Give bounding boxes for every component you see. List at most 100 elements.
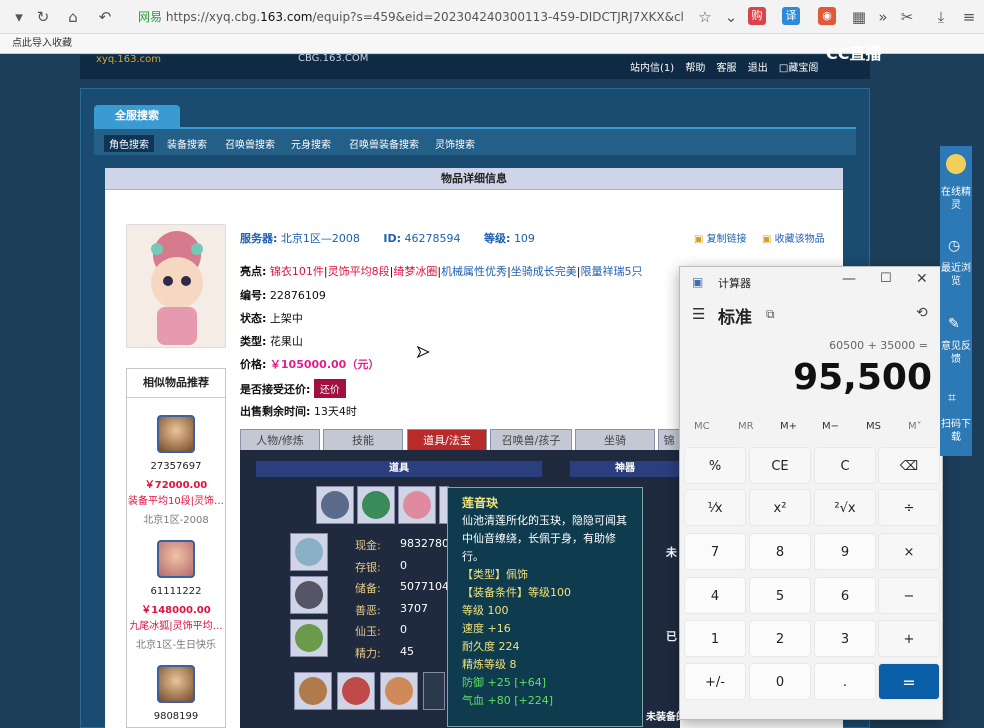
minimize-icon[interactable]: — bbox=[842, 271, 856, 287]
inventory-slot[interactable] bbox=[294, 672, 332, 710]
key-7[interactable]: 7 bbox=[684, 533, 746, 570]
key-4[interactable]: 4 bbox=[684, 577, 746, 614]
key-6[interactable]: 6 bbox=[814, 577, 876, 614]
key-1[interactable]: 1 bbox=[684, 620, 746, 657]
star-icon[interactable]: ☆ bbox=[694, 6, 716, 28]
tab-all-server-search[interactable]: 全服搜索 bbox=[94, 105, 180, 127]
key-negate[interactable]: +/- bbox=[684, 663, 746, 700]
subnav-pet[interactable]: 召唤兽搜索 bbox=[220, 135, 280, 152]
key-9[interactable]: 9 bbox=[814, 533, 876, 570]
key-backspace[interactable]: ⌫ bbox=[878, 447, 940, 484]
site-logo[interactable]: xyq.163.com bbox=[96, 54, 161, 65]
nav-service[interactable]: 客服 bbox=[717, 63, 737, 74]
memory-clear[interactable]: MC bbox=[694, 421, 710, 432]
key-multiply[interactable]: × bbox=[878, 533, 940, 570]
nav-cbg[interactable]: □藏宝阁 bbox=[779, 63, 818, 74]
undo-icon[interactable]: ↶ bbox=[94, 6, 116, 28]
counter-offer-button[interactable]: 还价 bbox=[313, 379, 346, 398]
history-icon[interactable]: ⟲ bbox=[916, 305, 928, 321]
key-5[interactable]: 5 bbox=[749, 577, 811, 614]
tab-items[interactable]: 道具/法宝 bbox=[407, 429, 487, 450]
maximize-icon[interactable]: ☐ bbox=[880, 271, 892, 286]
key-decimal[interactable]: . bbox=[814, 663, 876, 700]
copy-link-button[interactable]: ▣ 复制链接 bbox=[694, 230, 747, 245]
tab-more[interactable]: 锦 bbox=[658, 429, 680, 450]
extension-icon[interactable]: 购 bbox=[748, 7, 766, 25]
hamburger-menu-icon[interactable]: ☰ bbox=[692, 305, 705, 323]
inventory-slot[interactable] bbox=[398, 486, 436, 524]
window-menu-icon[interactable]: ≡ bbox=[958, 6, 980, 28]
hook-icon bbox=[295, 538, 323, 566]
apps-grid-icon[interactable]: ▦ bbox=[848, 6, 870, 28]
key-equals[interactable]: = bbox=[878, 663, 940, 700]
similar-item-avatar[interactable] bbox=[157, 665, 195, 703]
inventory-slot[interactable] bbox=[337, 672, 375, 710]
subnav-lingshi[interactable]: 灵饰搜索 bbox=[430, 135, 480, 152]
sidebar-scan-download[interactable]: 扫码下载 bbox=[940, 418, 972, 444]
clock-icon: ◷ bbox=[948, 238, 961, 254]
download-icon[interactable]: ⤓ bbox=[930, 6, 952, 28]
key-c[interactable]: C bbox=[814, 447, 876, 484]
subnav-equip[interactable]: 装备搜索 bbox=[162, 135, 212, 152]
address-bar[interactable]: 网易 https://xyq.cbg.163.com/equip?s=459&e… bbox=[138, 5, 738, 29]
equipment-slot[interactable] bbox=[290, 619, 328, 657]
inventory-slot[interactable] bbox=[357, 486, 395, 524]
nav-help[interactable]: 帮助 bbox=[685, 63, 705, 74]
sidebar-online-sprite[interactable]: 在线精灵 bbox=[940, 186, 972, 212]
menu-icon[interactable]: ▾ bbox=[8, 6, 30, 28]
calculator-expression: 60500 + 35000 = bbox=[829, 339, 928, 352]
similar-item-tag[interactable]: 装备平均10段|灵饰… bbox=[126, 492, 226, 507]
tab-mount[interactable]: 坐骑 bbox=[575, 429, 655, 450]
inventory-slot[interactable] bbox=[316, 486, 354, 524]
memory-store[interactable]: MS bbox=[866, 421, 881, 432]
subnav-pet-equip[interactable]: 召唤兽装备搜索 bbox=[344, 135, 424, 152]
key-square[interactable]: x² bbox=[749, 489, 811, 526]
similar-item-avatar[interactable] bbox=[157, 415, 195, 453]
highlight-6: 限量祥瑞5只 bbox=[580, 265, 643, 278]
refresh-icon[interactable]: ↻ bbox=[32, 6, 54, 28]
close-icon[interactable]: ✕ bbox=[916, 271, 928, 287]
type-value: 花果山 bbox=[269, 335, 303, 348]
key-0[interactable]: 0 bbox=[749, 663, 811, 700]
nav-messages[interactable]: 站内信(1) bbox=[630, 63, 674, 74]
key-ce[interactable]: CE bbox=[749, 447, 811, 484]
key-3[interactable]: 3 bbox=[814, 620, 876, 657]
translate-icon[interactable]: 译 bbox=[782, 7, 800, 25]
tab-pets[interactable]: 召唤兽/孩子 bbox=[490, 429, 572, 450]
key-percent[interactable]: % bbox=[684, 447, 746, 484]
memory-add[interactable]: M+ bbox=[780, 421, 797, 432]
equipment-slot[interactable] bbox=[290, 576, 328, 614]
key-8[interactable]: 8 bbox=[749, 533, 811, 570]
subnav-yuanshen[interactable]: 元身搜索 bbox=[286, 135, 336, 152]
tab-character[interactable]: 人物/修炼 bbox=[240, 429, 320, 450]
inventory-slot[interactable] bbox=[423, 672, 445, 710]
memory-subtract[interactable]: M− bbox=[822, 421, 839, 432]
chevron-down-icon[interactable]: ⌄ bbox=[720, 6, 742, 28]
key-minus[interactable]: − bbox=[878, 577, 940, 614]
scissors-icon[interactable]: ✂ bbox=[896, 6, 918, 28]
sidebar-recent[interactable]: 最近浏览 bbox=[940, 262, 972, 288]
similar-item-avatar[interactable] bbox=[157, 540, 195, 578]
nav-logout[interactable]: 退出 bbox=[748, 63, 768, 74]
memory-recall[interactable]: MR bbox=[738, 421, 754, 432]
game-icon[interactable]: ◉ bbox=[818, 7, 836, 25]
sprite-icon bbox=[946, 154, 966, 174]
subnav-role[interactable]: 角色搜索 bbox=[104, 135, 154, 152]
key-plus[interactable]: + bbox=[878, 620, 940, 657]
key-divide[interactable]: ÷ bbox=[878, 489, 940, 526]
key-sqrt[interactable]: ²√x bbox=[814, 489, 876, 526]
inventory-slot[interactable] bbox=[380, 672, 418, 710]
tab-skills[interactable]: 技能 bbox=[323, 429, 403, 450]
key-reciprocal[interactable]: ⅟x bbox=[684, 489, 746, 526]
more-icon[interactable]: » bbox=[872, 6, 894, 28]
similar-items-title: 相似物品推荐 bbox=[126, 368, 226, 398]
keep-on-top-icon[interactable]: ⧉ bbox=[766, 307, 775, 322]
equipment-slot[interactable] bbox=[290, 533, 328, 571]
sidebar-feedback[interactable]: 意见反馈 bbox=[940, 340, 972, 366]
scan-icon: ⌗ bbox=[948, 390, 956, 406]
key-2[interactable]: 2 bbox=[749, 620, 811, 657]
similar-item-tag[interactable]: 九尾冰狐|灵饰平均… bbox=[126, 617, 226, 632]
home-icon[interactable]: ⌂ bbox=[62, 6, 84, 28]
memory-list[interactable]: M˅ bbox=[908, 421, 922, 432]
collect-button[interactable]: ▣ 收藏该物品 bbox=[762, 230, 825, 245]
